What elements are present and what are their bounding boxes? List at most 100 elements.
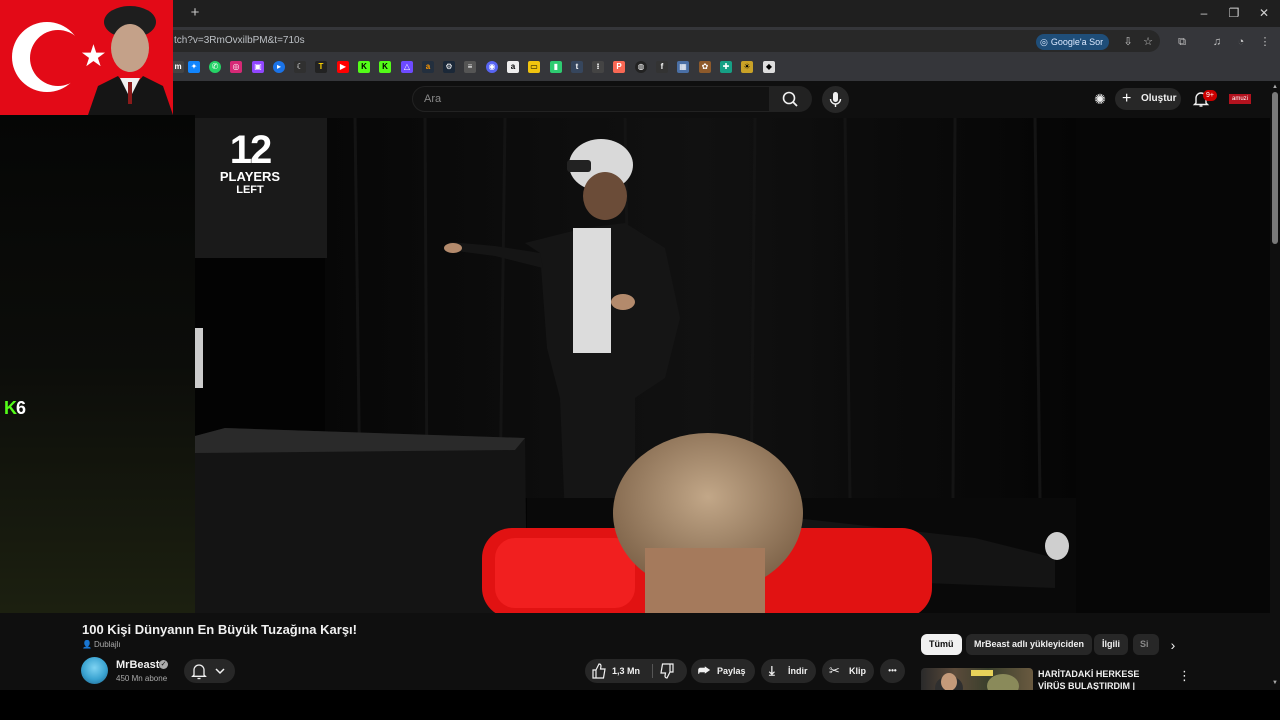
- thumb-up-icon: [592, 663, 606, 679]
- chip-all[interactable]: Tümü: [921, 634, 962, 655]
- discord-icon[interactable]: ◉: [486, 61, 498, 73]
- tumblr-icon[interactable]: t: [571, 61, 583, 73]
- grid-icon[interactable]: ⁝: [592, 61, 604, 73]
- share-label: Paylaş: [717, 666, 746, 676]
- like-button[interactable]: 1,3 Mn: [585, 659, 651, 683]
- verified-check-icon: ✓: [159, 660, 168, 669]
- premium-sparkle-icon[interactable]: ✺: [1092, 91, 1108, 107]
- kick-icon[interactable]: K: [358, 61, 370, 73]
- amazon-icon[interactable]: a: [422, 61, 434, 73]
- like-count: 1,3 Mn: [612, 666, 641, 676]
- patreon-icon[interactable]: P: [613, 61, 625, 73]
- search-icon: [782, 91, 798, 107]
- bookmark-icon[interactable]: m: [172, 61, 184, 73]
- tr-icon[interactable]: ☾: [294, 61, 306, 73]
- video-title: 100 Kişi Dünyanın En Büyük Tuzağına Karş…: [82, 622, 357, 637]
- kick-viewer-badge: K6: [4, 398, 26, 419]
- play-icon[interactable]: ▸: [273, 61, 285, 73]
- kick-logo-icon: K: [4, 398, 17, 418]
- players-left-word: PLAYERS: [219, 169, 281, 184]
- share-button[interactable]: ⮫ Paylaş: [691, 659, 755, 683]
- chat-icon[interactable]: ▭: [528, 61, 540, 73]
- install-app-icon[interactable]: ⇩: [1120, 34, 1136, 50]
- proton-icon[interactable]: △: [401, 61, 413, 73]
- bookmark-star-icon[interactable]: ☆: [1140, 34, 1156, 50]
- a-icon[interactable]: a: [507, 61, 519, 73]
- sun-icon[interactable]: ☀: [741, 61, 753, 73]
- url-text[interactable]: tch?v=3RmOvxilbPM&t=710s: [174, 35, 305, 46]
- channel-name[interactable]: MrBeast: [116, 659, 159, 671]
- scroll-down-arrow[interactable]: ▼: [1271, 679, 1279, 687]
- scrollbar-thumb[interactable]: [1272, 92, 1278, 244]
- portrait-image: [88, 6, 173, 115]
- subscriber-count: 450 Mn abone: [116, 674, 168, 683]
- video-player[interactable]: [195, 118, 1076, 613]
- scissors-icon: ✂: [829, 663, 840, 678]
- recommendation-menu-icon[interactable]: ⋮: [1178, 668, 1191, 684]
- taskbar-area: [0, 690, 1280, 720]
- thumb-down-icon: [660, 663, 674, 679]
- dislike-button[interactable]: [653, 659, 687, 683]
- google-sor-label: Google'a Sor: [1050, 37, 1104, 47]
- clip-label: Klip: [849, 666, 866, 676]
- dubbed-label: 👤 Dublajlı: [82, 640, 121, 649]
- close-window-button[interactable]: ✕: [1249, 4, 1279, 22]
- image-icon[interactable]: ▦: [677, 61, 689, 73]
- kick-icon[interactable]: K: [379, 61, 391, 73]
- book-icon[interactable]: ≡: [464, 61, 476, 73]
- whatsapp-icon[interactable]: ✆: [209, 61, 221, 73]
- address-bar[interactable]: [160, 30, 1160, 52]
- twitch-icon[interactable]: ▣: [252, 61, 264, 73]
- download-label: İndir: [788, 666, 808, 676]
- extensions-icon[interactable]: ⧉: [1174, 34, 1190, 50]
- players-left-number: 12: [229, 128, 273, 172]
- chip-truncated[interactable]: Si: [1133, 634, 1159, 655]
- chrome-menu-icon[interactable]: ⋮: [1257, 34, 1273, 50]
- more-actions-button[interactable]: •••: [880, 659, 905, 683]
- recommendation-thumbnail[interactable]: [921, 668, 1033, 690]
- clip-button[interactable]: ✂ Klip: [822, 659, 874, 683]
- left-gutter: [0, 115, 195, 613]
- google-lens-icon: ◎: [1040, 37, 1048, 47]
- crescent-cutout: [30, 30, 86, 86]
- media-control-icon[interactable]: ♫: [1209, 34, 1225, 50]
- turkish-flag-overlay: ★: [0, 0, 173, 115]
- dubbed-icon: 👤: [82, 640, 92, 649]
- chip-related[interactable]: İlgili: [1094, 634, 1128, 655]
- bluesky-icon[interactable]: ✦: [188, 61, 200, 73]
- channel-avatar[interactable]: [81, 657, 108, 684]
- steam-icon[interactable]: ⚙: [443, 61, 455, 73]
- account-avatar[interactable]: amuzi: [1229, 94, 1251, 104]
- google-sor-button[interactable]: ◎ Google'a Sor: [1036, 34, 1110, 50]
- share-icon: ⮫: [698, 663, 711, 678]
- paw-icon[interactable]: ✿: [699, 61, 711, 73]
- maximize-button[interactable]: ❐: [1219, 4, 1249, 22]
- bell-icon: [191, 664, 225, 680]
- scroll-up-arrow[interactable]: ▲: [1271, 83, 1279, 91]
- profile-icon[interactable]: ◔: [1233, 34, 1249, 50]
- voice-search-button[interactable]: [822, 86, 849, 113]
- download-button[interactable]: ⤓ İndir: [761, 659, 816, 683]
- puzzle-icon[interactable]: ✚: [720, 61, 732, 73]
- notification-count-badge: 9+: [1203, 90, 1217, 101]
- tr-channel-icon[interactable]: T: [315, 61, 327, 73]
- search-button[interactable]: [770, 86, 812, 112]
- microphone-icon: [829, 92, 842, 107]
- recommendation-title[interactable]: HARİTADAKİ HERKESE VİRÜS BULAŞTIRDIM | G…: [1038, 668, 1168, 690]
- subscription-bell-button[interactable]: [184, 659, 235, 683]
- plus-icon: +: [1122, 90, 1132, 107]
- minimize-button[interactable]: –: [1189, 4, 1219, 22]
- chevron-right-icon[interactable]: ›: [1164, 636, 1182, 654]
- instagram-icon[interactable]: ◎: [230, 61, 242, 73]
- right-gutter: [1076, 118, 1270, 613]
- search-input[interactable]: Ara: [412, 86, 770, 112]
- chip-from-uploader[interactable]: MrBeast adlı yükleyiciden: [966, 634, 1093, 655]
- green-icon[interactable]: ▮: [550, 61, 562, 73]
- chevron-down-icon: [215, 668, 225, 675]
- video-frame: [195, 118, 1076, 613]
- new-tab-button[interactable]: +: [186, 4, 204, 22]
- youtube-icon[interactable]: ▶: [337, 61, 349, 73]
- github-icon[interactable]: ◍: [635, 61, 647, 73]
- diamond-icon[interactable]: ◆: [763, 61, 775, 73]
- f-icon[interactable]: f: [656, 61, 668, 73]
